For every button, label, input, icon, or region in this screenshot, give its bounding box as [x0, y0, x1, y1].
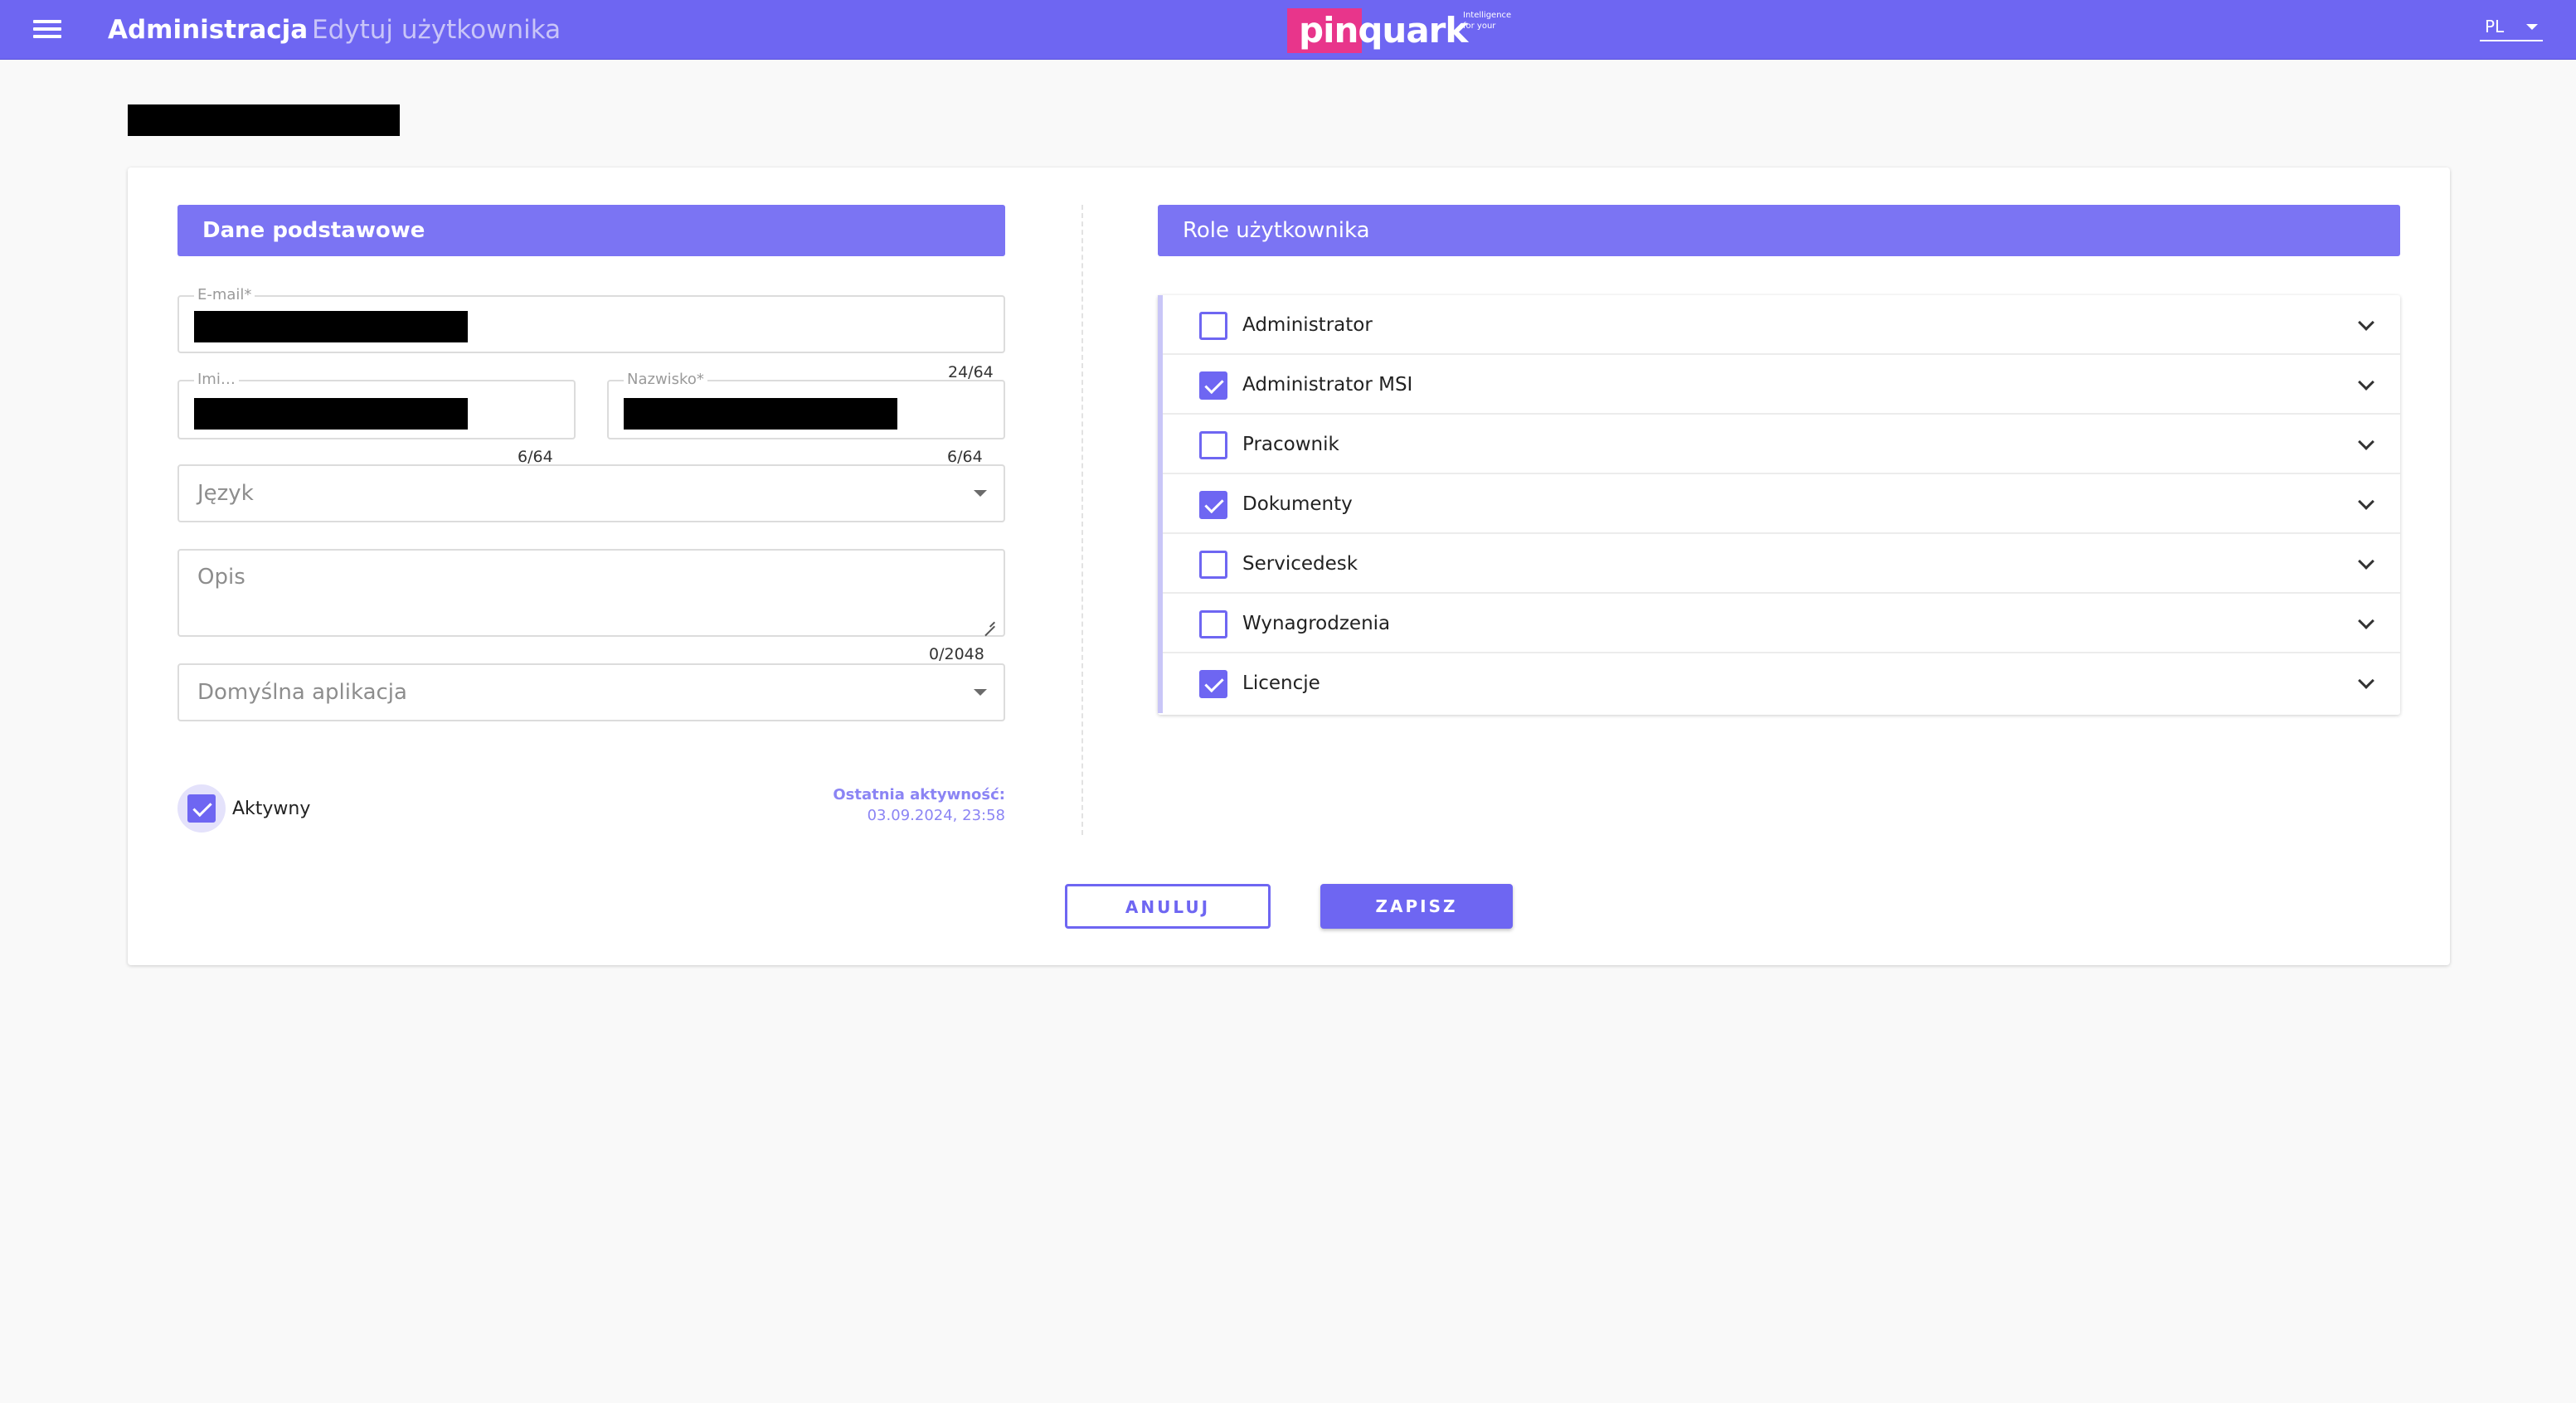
edit-user-card: Dane podstawowe Role użytkownika E-mail*…: [128, 167, 2450, 965]
chevron-down-icon[interactable]: [2358, 434, 2374, 450]
email-counter: 24/64: [948, 363, 994, 381]
role-label: Wynagrodzenia: [1242, 613, 1391, 634]
role-accent-bar: [1158, 594, 1163, 653]
default-app-field[interactable]: Domyślna aplikacja: [177, 663, 1005, 721]
role-label: Dokumenty: [1242, 493, 1353, 515]
checkbox-checked-icon[interactable]: [187, 794, 216, 823]
language-select[interactable]: PL: [2480, 15, 2543, 41]
role-accent-bar: [1158, 653, 1163, 713]
last-name-counter: 6/64: [947, 448, 983, 466]
email-value-redacted: [194, 311, 468, 342]
role-accent-bar: [1158, 355, 1163, 415]
first-name-value-redacted: [194, 398, 468, 430]
user-roles-header: Role użytkownika: [1158, 205, 2400, 256]
role-row-pracownik[interactable]: Pracownik: [1158, 415, 2400, 474]
app-title: Administracja: [108, 15, 309, 45]
last-name-field-label: Nazwisko*: [624, 371, 707, 389]
logo-tagline: Intelligence for your: [1463, 11, 1512, 31]
checkbox-unchecked-icon[interactable]: [1199, 312, 1227, 340]
first-name-field-label: Imi…: [194, 371, 239, 389]
role-row-dokumenty[interactable]: Dokumenty: [1158, 474, 2400, 534]
role-label: Pracownik: [1242, 434, 1339, 455]
logo: pinquark Intelligence for your: [1287, 5, 1519, 53]
active-checkbox[interactable]: Aktywny: [177, 784, 310, 834]
language-placeholder: Język: [197, 481, 254, 506]
caret-down-icon: [2526, 24, 2538, 30]
chevron-down-icon[interactable]: [2358, 553, 2374, 570]
resize-handle-icon[interactable]: [984, 615, 995, 627]
roles-list: Administrator Administrator MSI Pracowni…: [1158, 295, 2400, 715]
cancel-button[interactable]: ANULUJ: [1065, 884, 1271, 929]
last-activity: Ostatnia aktywność: 03.09.2024, 23:58: [833, 784, 1005, 826]
email-field-label: E-mail*: [194, 286, 255, 304]
description-counter: 0/2048: [929, 645, 984, 663]
save-button[interactable]: ZAPISZ: [1320, 884, 1513, 929]
role-accent-bar: [1158, 415, 1163, 474]
last-name-value-redacted: [624, 398, 897, 430]
caret-down-icon: [974, 490, 987, 497]
active-label: Aktywny: [232, 799, 311, 819]
chevron-down-icon[interactable]: [2358, 374, 2374, 391]
role-label: Administrator: [1242, 314, 1373, 336]
description-placeholder: Opis: [197, 565, 245, 590]
last-activity-value: 03.09.2024, 23:58: [867, 807, 1005, 824]
role-accent-bar: [1158, 534, 1163, 594]
checkbox-unchecked-icon[interactable]: [1199, 610, 1227, 638]
page-heading-redacted: [128, 104, 400, 136]
chevron-down-icon[interactable]: [2358, 314, 2374, 331]
chevron-down-icon[interactable]: [2358, 672, 2374, 689]
role-row-administrator-msi[interactable]: Administrator MSI: [1158, 355, 2400, 415]
last-name-field[interactable]: Nazwisko*: [607, 371, 1005, 439]
first-name-field[interactable]: Imi…: [177, 371, 576, 439]
top-bar: Administracja Edytuj użytkownika pinquar…: [0, 0, 2576, 60]
description-textarea[interactable]: Opis: [177, 549, 1005, 637]
checkbox-checked-icon[interactable]: [1199, 670, 1227, 698]
first-name-counter: 6/64: [518, 448, 553, 466]
basic-data-header: Dane podstawowe: [177, 205, 1005, 256]
role-row-administrator[interactable]: Administrator: [1158, 295, 2400, 355]
page-subtitle: Edytuj użytkownika: [312, 15, 561, 45]
role-row-wynagrodzenia[interactable]: Wynagrodzenia: [1158, 594, 2400, 653]
language-select-value: PL: [2485, 17, 2505, 36]
last-activity-label: Ostatnia aktywność:: [833, 786, 1005, 803]
chevron-down-icon[interactable]: [2358, 493, 2374, 510]
checkbox-unchecked-icon[interactable]: [1199, 431, 1227, 459]
email-field[interactable]: E-mail*: [177, 286, 1005, 353]
role-row-servicedesk[interactable]: Servicedesk: [1158, 534, 2400, 594]
caret-down-icon: [974, 689, 987, 696]
chevron-down-icon[interactable]: [2358, 613, 2374, 629]
role-accent-bar: [1158, 295, 1163, 355]
checkbox-checked-icon[interactable]: [1199, 491, 1227, 519]
menu-icon[interactable]: [33, 20, 61, 38]
role-label: Administrator MSI: [1242, 374, 1413, 396]
default-app-placeholder: Domyślna aplikacja: [197, 680, 407, 705]
language-field[interactable]: Język: [177, 464, 1005, 522]
checkbox-unchecked-icon[interactable]: [1199, 551, 1227, 579]
role-label: Licencje: [1242, 672, 1320, 694]
logo-text: pinquark: [1299, 10, 1468, 51]
checkbox-checked-icon[interactable]: [1199, 371, 1227, 400]
role-accent-bar: [1158, 474, 1163, 534]
role-label: Servicedesk: [1242, 553, 1358, 575]
role-row-licencje[interactable]: Licencje: [1158, 653, 2400, 713]
column-divider: [1081, 205, 1083, 835]
